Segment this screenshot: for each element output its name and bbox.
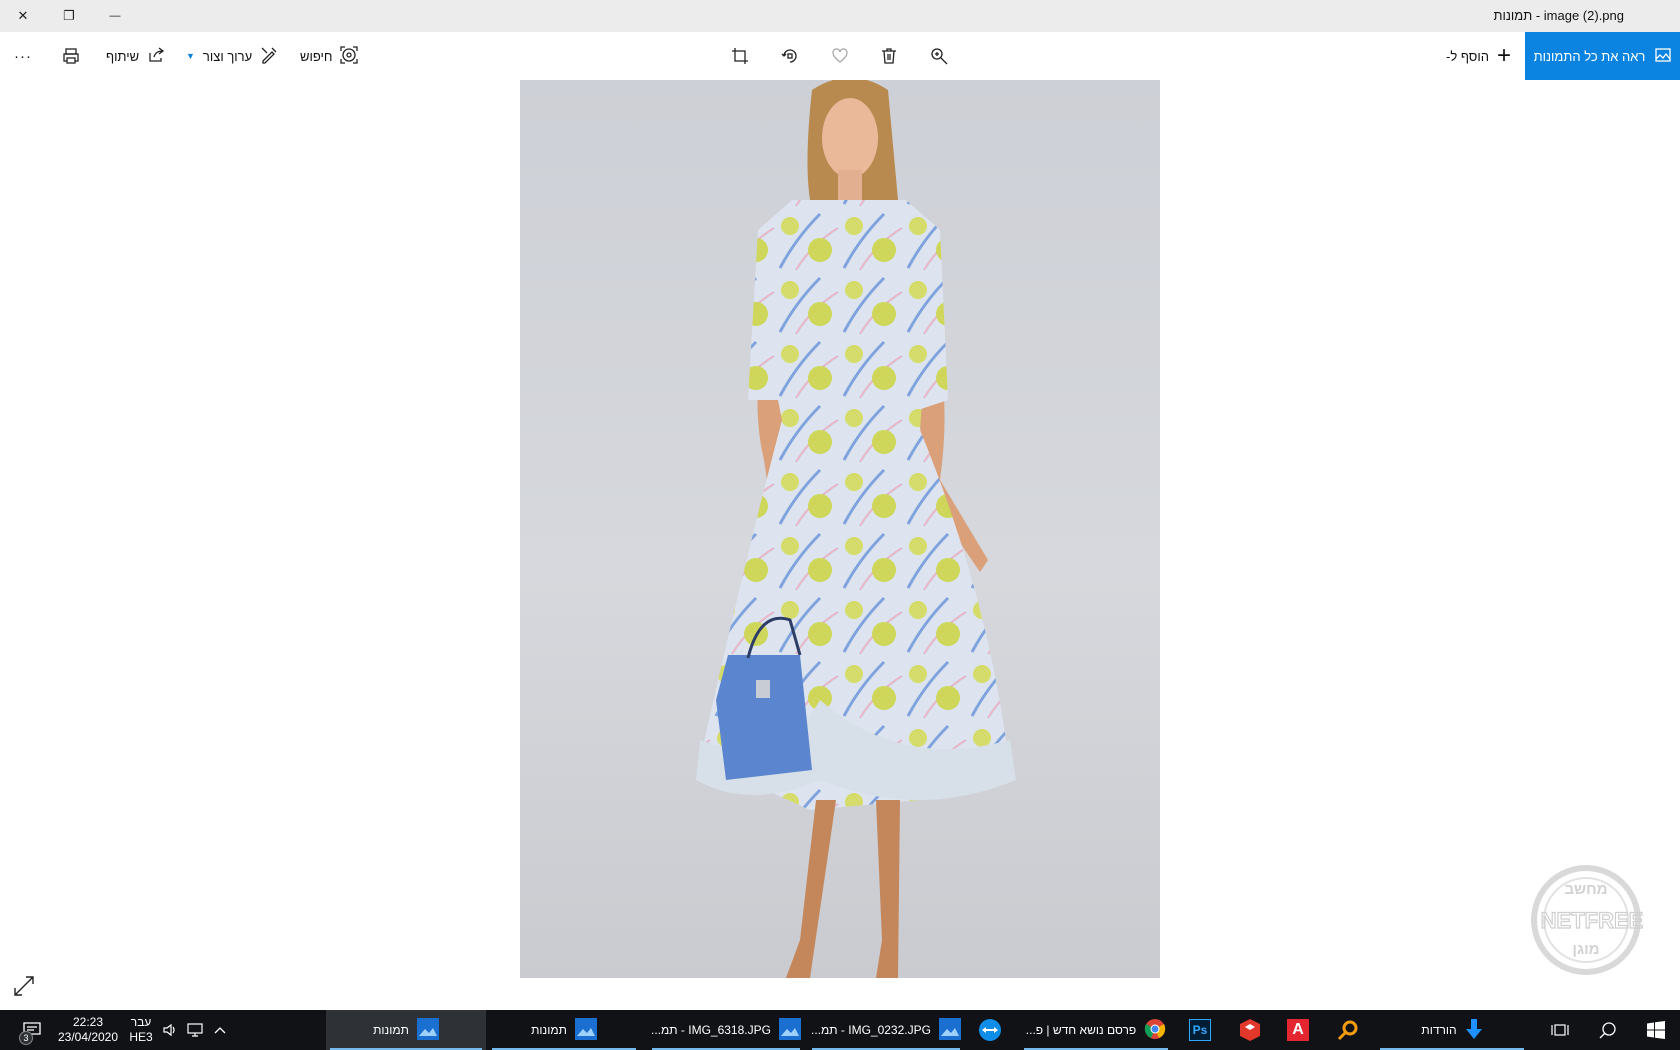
clock-time: 22:23 <box>72 1015 104 1029</box>
displayed-photo <box>520 80 1160 978</box>
task-label: הורדות <box>1421 1023 1457 1037</box>
start-windows-icon[interactable] <box>1636 1015 1676 1045</box>
teamviewer-icon[interactable] <box>970 1015 1010 1045</box>
taskbar-item-downloads[interactable]: הורדות <box>1376 1010 1528 1050</box>
taskbar-item-photos-1[interactable]: תמונות <box>326 1010 486 1050</box>
photoshop-icon[interactable]: Ps <box>1180 1015 1220 1045</box>
task-view-icon[interactable] <box>1540 1015 1580 1045</box>
photos-icon <box>416 1017 439 1043</box>
taskbar-item-img-6318[interactable]: IMG_6318.JPG - תמ... <box>648 1010 804 1050</box>
edit-icon <box>260 46 278 67</box>
language-bottom: HE3 <box>129 1030 153 1044</box>
photos-icon <box>938 1017 961 1043</box>
task-label: IMG_0232.JPG - תמ... <box>811 1023 931 1037</box>
taskbar: 3 22:23 23/04/2020 עבר HE3 תמונות תמונות… <box>0 1010 1680 1050</box>
plus-icon: + <box>1496 42 1511 69</box>
edit-create-button[interactable]: ערוך וצור ▼ <box>186 32 278 80</box>
close-button[interactable]: ✕ <box>0 0 46 32</box>
chevron-down-icon: ▼ <box>186 51 195 61</box>
taskbar-item-photos-2[interactable]: תמונות <box>488 1010 640 1050</box>
add-to-button[interactable]: + הוסף ל- <box>1446 32 1511 80</box>
network-icon[interactable] <box>182 1010 208 1050</box>
sketchup-icon[interactable] <box>1230 1015 1270 1045</box>
search-button[interactable]: חיפוש <box>300 32 359 80</box>
expand-fullscreen-icon[interactable] <box>12 974 38 1000</box>
title-bar: ✕ ❐ — image (2).png - תמונות <box>0 0 1680 32</box>
add-to-label: הוסף ל- <box>1446 48 1489 64</box>
window-title: image (2).png - תמונות <box>1493 8 1624 23</box>
photos-icon <box>574 1017 597 1043</box>
more-options-button[interactable]: ··· <box>14 32 32 80</box>
see-all-photos-button[interactable]: ראה את כל התמונות <box>1525 32 1680 80</box>
watermark-bottom-text: מוגן <box>1572 941 1599 958</box>
see-all-label: ראה את כל התמונות <box>1533 48 1646 64</box>
language-indicator[interactable]: עבר HE3 <box>124 1010 158 1050</box>
clock-date: 23/04/2020 <box>57 1030 119 1044</box>
task-label: IMG_6318.JPG - תמ... <box>651 1023 771 1037</box>
share-label: שיתוף <box>106 48 140 64</box>
task-label: תמונות <box>373 1023 409 1037</box>
chevron-up-icon[interactable] <box>208 1010 232 1050</box>
visual-search-icon <box>340 45 359 67</box>
taskbar-item-img-0232[interactable]: IMG_0232.JPG - תמ... <box>808 1010 964 1050</box>
chrome-icon <box>1144 1018 1166 1043</box>
minimize-button[interactable]: — <box>92 0 138 32</box>
task-label: תמונות <box>531 1023 567 1037</box>
share-icon <box>147 46 165 66</box>
zoom-in-icon[interactable] <box>924 41 954 71</box>
download-arrow-icon <box>1465 1018 1483 1043</box>
crop-icon[interactable] <box>725 41 755 71</box>
toolbar: ··· שיתוף ערוך וצור ▼ חיפוש + הוסף ל- <box>0 32 1680 80</box>
netfree-watermark: מחשב NETFREE מוגן <box>1520 862 1652 978</box>
action-center-button[interactable]: 3 <box>10 1010 54 1050</box>
volume-icon[interactable] <box>158 1010 182 1050</box>
restore-button[interactable]: ❐ <box>46 0 92 32</box>
language-top: עבר <box>130 1015 152 1029</box>
search-label: חיפוש <box>300 48 333 64</box>
search-icon[interactable] <box>1588 1015 1628 1045</box>
search-magnifier-app-icon[interactable] <box>1328 1015 1368 1045</box>
task-label: פרסם נושא חדש | פ... <box>1025 1023 1137 1037</box>
print-icon[interactable] <box>56 41 86 71</box>
acrobat-icon[interactable]: A <box>1278 1015 1318 1045</box>
watermark-text: NETFREE <box>1541 908 1644 933</box>
clock[interactable]: 22:23 23/04/2020 <box>56 1010 120 1050</box>
favorite-heart-icon[interactable] <box>825 41 855 71</box>
rotate-icon[interactable] <box>775 41 805 71</box>
edit-label: ערוך וצור <box>202 48 253 64</box>
watermark-top-text: מחשב <box>1564 881 1607 898</box>
notifications-count: 3 <box>19 1031 33 1045</box>
taskbar-item-chrome[interactable]: פרסם נושא חדש | פ... <box>1020 1010 1172 1050</box>
gallery-icon <box>1655 47 1672 66</box>
delete-trash-icon[interactable] <box>874 41 904 71</box>
photos-icon <box>778 1017 801 1043</box>
share-button[interactable]: שיתוף <box>106 32 165 80</box>
